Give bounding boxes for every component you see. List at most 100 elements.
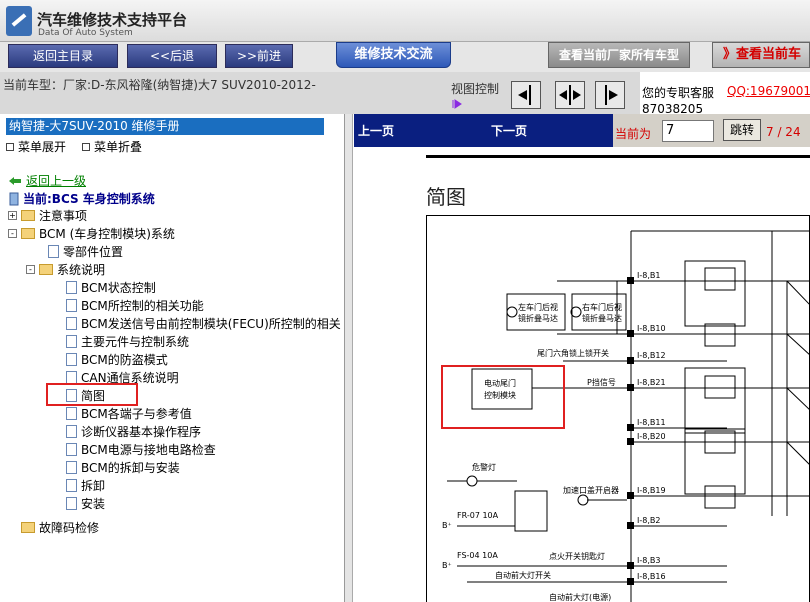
expand-menu[interactable]: 菜单展开 [6,138,66,155]
tree-item-label: BCM状态控制 [81,280,156,295]
app-title: 汽车维修技术支持平台 [37,11,188,29]
page-icon [66,352,77,366]
view-right-pane-button[interactable] [595,81,625,109]
ignition-lamp-label: 点火开关钥匙灯 [549,551,605,561]
current-system-label: 当前:BCS 车身控制系统 [23,192,155,206]
folder-icon [39,263,53,275]
tree-item-label: 主要元件与控制系统 [81,334,190,349]
forward-button[interactable]: >>前进 [225,44,293,68]
home-button[interactable]: 返回主目录 [8,44,118,68]
pin-b12: I-8,B12 [637,351,666,360]
pin-b20: I-8,B20 [637,432,666,441]
tree-item[interactable]: 零部件位置 [26,243,123,259]
tree-item-label: 诊断仪器基本操作程序 [81,424,202,439]
tree-item[interactable]: 拆卸 [44,477,105,493]
arrow-marker-icon [452,99,462,109]
collapse-label: 菜单折叠 [94,140,143,154]
folder-icon [21,227,35,239]
system-icon [9,192,19,205]
page-icon [66,406,77,420]
page-icon [66,334,77,348]
tree-item[interactable]: 安装 [44,495,105,511]
qq-link[interactable]: QQ:196790017 [727,84,810,98]
page-jump-box: 当前为 7 跳转 7 / 24 [613,114,810,147]
highlight-box [46,383,138,406]
page-number-input[interactable]: 7 [662,120,714,142]
tree-item[interactable]: BCM状态控制 [44,279,156,295]
back-up-link[interactable]: 返回上一级 [8,172,86,189]
page-icon [66,316,77,330]
tree-item[interactable]: BCM的拆卸与安装 [44,459,180,475]
tree-item[interactable]: + 注意事项 [8,207,87,223]
folder-icon [21,521,35,533]
pin-b10: I-8,B10 [637,324,666,333]
tree-item[interactable]: BCM的防盗模式 [44,351,168,367]
auto-light-sensor-label: 自动前大灯(电源) [549,592,611,602]
tree-item-label: 零部件位置 [63,244,124,259]
tech-exchange-button[interactable]: 维修技术交流 [336,42,451,68]
auto-light-switch-label: 自动前大灯开关 [495,570,551,580]
doc-divider [426,155,810,158]
view-current-button[interactable]: 》查看当前车 [712,42,810,68]
collapse-node-icon[interactable]: - [26,264,35,274]
mirror-right-label-2: 镜折叠马达 [582,313,622,323]
tree-item[interactable]: 主要元件与控制系统 [44,333,189,349]
view-control: 视图控制 [445,72,640,114]
tree-item-label: BCM电源与接地电路检查 [81,442,216,457]
app-subtitle: Data Of Auto System [38,28,133,38]
tree-item[interactable]: - 系统说明 [26,261,105,277]
tree-item[interactable]: 诊断仪器基本操作程序 [44,423,201,439]
mirror-left-label-2: 镜折叠马达 [518,313,558,323]
tree-item[interactable]: 故障码检修 [8,519,99,535]
prev-page-button[interactable]: 上一页 [358,122,394,139]
collapse-menu[interactable]: 菜单折叠 [82,138,142,155]
tailgate-switch-label: 尾门六角锁上锁开关 [537,348,609,358]
expand-node-icon[interactable]: + [8,210,17,220]
back-button[interactable]: <<后退 [127,44,217,68]
tree-item-label: BCM的拆卸与安装 [81,460,180,475]
view-left-pane-button[interactable] [511,81,541,109]
green-back-arrow-icon [9,176,21,185]
hazard-lamp-label: 危警灯 [472,462,496,472]
collapse-node-icon[interactable]: - [8,228,17,238]
doc-title: 简图 [426,185,466,209]
left-pane: 纳智捷-大7SUV-2010 维修手册 菜单展开 菜单折叠 返回上一级 当前:B… [0,114,345,602]
vertical-scrollbar[interactable] [345,114,353,602]
tree-item-label: BCM (车身控制模块)系统 [39,226,175,241]
page-icon [48,244,59,258]
tree-item[interactable]: BCM所控制的相关功能 [44,297,204,313]
tailgate-module-label: 电动尾门 [484,378,516,388]
jump-button[interactable]: 跳转 [723,119,761,141]
page-icon [66,460,77,474]
all-models-button[interactable]: 查看当前厂家所有车型 [548,42,690,68]
pin-b2: I-8,B2 [637,516,660,525]
tree-item-label: BCM所控制的相关功能 [81,298,204,313]
content-pane: 上一页 下一页 当前为 7 跳转 7 / 24 简图 I-8,B1 I-8,B1… [354,114,810,602]
next-page-button[interactable]: 下一页 [491,122,527,139]
folder-icon [21,209,35,221]
page-count: 7 / 24 [766,125,801,139]
tree-item[interactable]: BCM电源与接地电路检查 [44,441,216,457]
fs04-label: FS-04 10A [457,551,498,560]
page-icon [66,280,77,294]
title-bar: 汽车维修技术支持平台 Data Of Auto System [0,0,810,42]
mirror-right-label: 右车门后视 [582,302,622,312]
current-model-text: 当前车型：厂家:D-东风裕隆(纳智捷)大7 SUV2010-2012- [0,72,445,114]
collapse-icon [82,142,90,151]
tree-item[interactable]: - BCM (车身控制模块)系统 [8,225,175,241]
current-system: 当前:BCS 车身控制系统 [8,190,155,207]
service-label: 您的专职客服 [642,86,715,100]
view-split-button[interactable] [555,81,585,109]
tree-item[interactable]: BCM发送信号由前控制模块(FECU)所控制的相关 [44,315,341,331]
wiring-diagram-svg: I-8,B1 I-8,B10 I-8,B12 I-8,B21 I-8,B11 I… [441,230,810,602]
tree-item-label: 安装 [81,496,106,511]
current-page-label: 当前为 [615,127,652,141]
accel-switch-label: 加速口盖开启器 [563,485,619,495]
pin-b3: I-8,B3 [637,556,660,565]
page-icon [66,442,77,456]
pin-b16: I-8,B16 [637,572,666,581]
tree-item[interactable]: BCM各端子与参考值 [44,405,192,421]
tree-item-label: 故障码检修 [39,520,100,535]
tree-item-label: 拆卸 [81,478,106,493]
tree-item-label: BCM发送信号由前控制模块(FECU)所控制的相关 [81,316,341,331]
